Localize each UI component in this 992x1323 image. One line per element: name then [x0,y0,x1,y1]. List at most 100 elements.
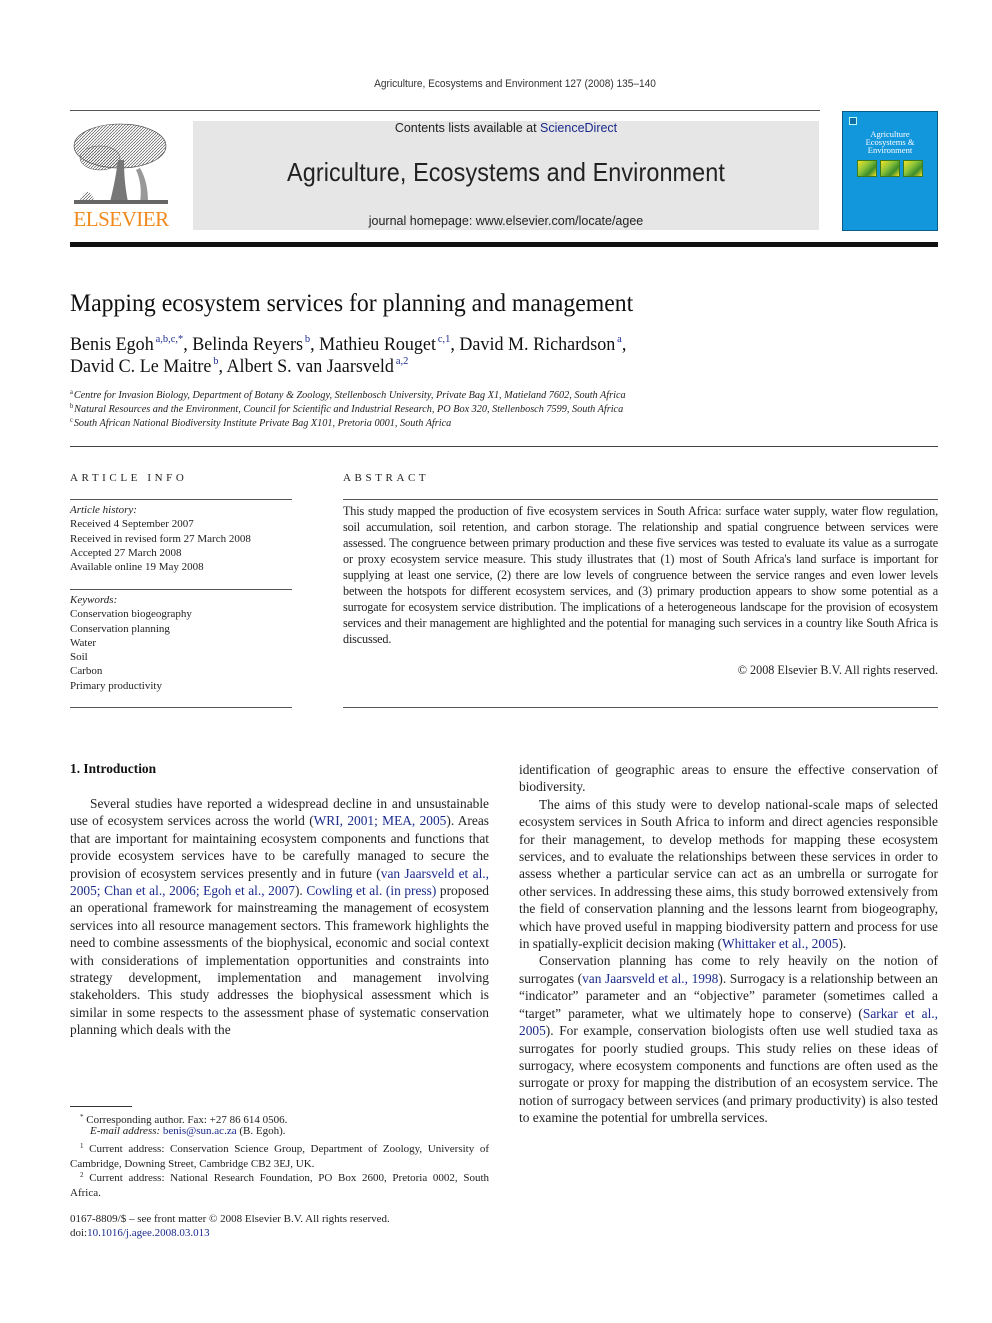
top-rule [70,110,820,111]
affiliation: cSouth African National Biodiversity Ins… [70,416,451,429]
author[interactable]: Albert S. van Jaarsveld a,2 [226,355,409,377]
authors-line-2: David C. Le Maitre b, Albert S. van Jaars… [70,355,408,378]
landscape-tile-icon [903,160,923,177]
keywords-label: Keywords: [70,594,118,606]
body-column-right: identification of geographic areas to en… [519,761,938,1127]
email-label: E-mail address: [90,1125,163,1137]
sciencedirect-link[interactable]: ScienceDirect [540,121,617,135]
publisher-wordmark: ELSEVIER [73,207,169,231]
author-name: David C. Le Maitre [70,356,212,377]
author[interactable]: Benis Egoh a,b,c,* [70,333,184,355]
keyword: Conservation biogeography [70,608,192,621]
abstract-rule [343,707,938,708]
info-rule [70,589,292,590]
cover-title: Agriculture Ecosystems & Environment [843,130,937,155]
footnote-mark: 1 [80,1142,84,1150]
footnote-text: Current address: Conservation Science Gr… [70,1143,490,1170]
footnote-mark: * [80,1113,84,1121]
landscape-tile-icon [857,160,877,177]
citation-link[interactable]: Cowling et al. (in press) [306,883,436,898]
abstract-heading: ABSTRACT [343,472,430,484]
footnote-email: E-mail address: benis@sun.ac.za (B. Egoh… [70,1124,489,1139]
author[interactable]: Belinda Reyers b [192,333,310,355]
history-item: Available online 19 May 2008 [70,561,204,574]
email-link[interactable]: benis@sun.ac.za [163,1125,237,1137]
history-label: Article history: [70,504,137,516]
section-heading-introduction: 1. Introduction [70,761,157,776]
footnote-2: 2 Current address: National Research Fou… [70,1168,489,1200]
affiliation-text: Centre for Invasion Biology, Department … [73,389,626,401]
paragraph: The aims of this study were to develop n… [519,796,938,953]
author[interactable]: David M. Richardson a [459,333,621,355]
paragraph-text: ). [838,936,847,952]
keyword: Primary productivity [70,679,162,692]
body-column-left: Several studies have reported a widespre… [70,795,489,1039]
article-info-heading: ARTICLE INFO [70,472,188,484]
keywords: Keywords: Conservation biogeography Cons… [70,593,292,693]
publisher-logo[interactable]: ELSEVIER [70,120,172,232]
landscape-tile-icon [880,160,900,177]
author-sep: , [450,334,460,355]
paragraph-text: ). For example, conservation biologists … [519,1023,938,1126]
author-name: Benis Egoh [70,334,154,355]
paragraph-text: The aims of this study were to develop n… [519,796,938,952]
journal-banner: Contents lists available at ScienceDirec… [193,121,819,230]
author-sep: , [218,356,227,377]
history-item: Received in revised form 27 March 2008 [70,532,251,545]
paragraph: identification of geographic areas to en… [519,762,938,795]
author-name: David M. Richardson [459,334,616,355]
authors-line-1: Benis Egoh a,b,c,*, Belinda Reyers b, Math… [70,333,626,356]
info-rule [70,707,292,708]
citation-link[interactable]: WRI, 2001; MEA, 2005 [314,813,447,828]
affiliation-text: Natural Resources and the Environment, C… [74,403,624,415]
contents-available: Contents lists available at ScienceDirec… [193,121,819,135]
author-affil-mark[interactable]: a,2 [396,355,408,367]
cover-tiles [857,160,923,177]
history-item: Accepted 27 March 2008 [70,546,182,559]
affiliation-text: South African National Biodiversity Inst… [73,417,452,429]
running-head: Agriculture, Ecosystems and Environment … [374,78,656,90]
affiliation: aCentre for Invasion Biology, Department… [70,388,626,401]
contents-prefix: Contents lists available at [394,121,541,135]
email-suffix: (B. Egoh). [236,1125,286,1137]
tree-engraving-icon [73,123,168,204]
abstract-copyright: © 2008 Elsevier B.V. All rights reserved… [737,663,938,677]
doi-prefix: doi: [70,1227,88,1239]
citation-link[interactable]: van Jaarsveld et al., 1998 [582,971,718,986]
affiliation-mark: b [70,402,74,410]
header-rule [70,242,938,247]
article-history: Article history: Received 4 September 20… [70,503,292,574]
abstract-rule [343,499,938,500]
info-rule [70,499,292,500]
author[interactable]: David C. Le Maitre b [70,355,218,377]
footnote-1: 1 Current address: Conservation Science … [70,1139,489,1171]
author-affil-mark[interactable]: c,1 [438,333,450,345]
author-sep: , [183,334,193,355]
issn-line: 0167-8809/$ – see front matter © 2008 El… [70,1213,390,1225]
paragraph: Conservation planning has come to rely h… [519,952,938,1126]
doi-link[interactable]: 10.1016/j.agee.2008.03.013 [87,1227,210,1239]
cover-title-line: Environment [867,145,913,155]
journal-homepage: journal homepage: www.elsevier.com/locat… [193,214,819,228]
affiliation: bNatural Resources and the Environment, … [70,402,623,415]
journal-cover[interactable]: Agriculture Ecosystems & Environment [842,111,938,231]
keyword: Soil [70,651,88,664]
keyword: Conservation planning [70,622,170,635]
author-name: Mathieu Rouget [319,334,436,355]
author[interactable]: Mathieu Rouget c,1 [319,333,450,355]
keyword: Water [70,636,96,649]
homepage-url[interactable]: www.elsevier.com/locate/agee [476,214,643,228]
author-affil-mark[interactable]: a,b,c,* [156,333,184,345]
keyword: Carbon [70,665,103,678]
paragraph-text: ). [294,883,307,899]
author-name: Albert S. van Jaarsveld [226,356,394,377]
affiliation-mark: a [70,388,73,396]
footnote-mark: 2 [80,1171,84,1179]
homepage-prefix: journal homepage: [368,214,476,228]
history-item: Received 4 September 2007 [70,518,194,531]
abstract-text: This study mapped the production of five… [343,504,938,646]
author-sep: , [621,334,627,355]
footnote-text: Current address: National Research Found… [70,1172,490,1199]
paragraph: Several studies have reported a widespre… [70,795,489,1039]
citation-link[interactable]: Whittaker et al., 2005 [722,936,838,951]
